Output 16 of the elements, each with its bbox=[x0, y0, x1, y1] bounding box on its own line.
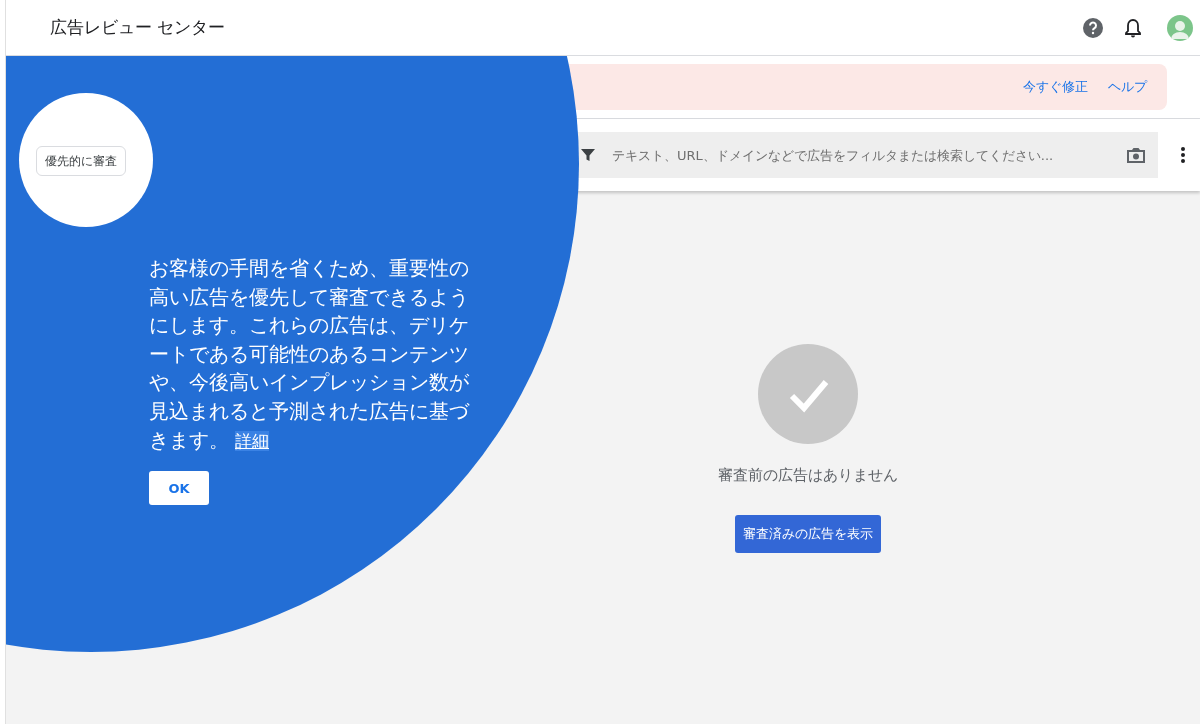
help-icon[interactable] bbox=[1083, 17, 1103, 38]
search-field[interactable]: テキスト、URL、ドメインなどで広告をフィルタまたは検索してください... bbox=[610, 146, 1112, 164]
app-title: 広告レビュー センター bbox=[50, 16, 226, 39]
ok-button[interactable]: OK bbox=[149, 471, 209, 506]
empty-message: 審査前の広告はありません bbox=[718, 466, 898, 485]
learn-more-link[interactable]: 詳細 bbox=[235, 430, 269, 451]
alert-link[interactable]: ヘルプ bbox=[1108, 78, 1147, 96]
filter-icon[interactable] bbox=[580, 147, 596, 163]
alert-link[interactable]: 今すぐ修正 bbox=[1023, 78, 1088, 96]
camera-icon[interactable] bbox=[1126, 146, 1146, 164]
show-reviewed-button[interactable]: 審査済みの広告を表示 bbox=[735, 515, 881, 553]
priority-review-chip[interactable]: 優先的に審査 bbox=[36, 146, 126, 176]
checkmark-icon bbox=[758, 344, 858, 444]
tour-description: お客様の手間を省くため、重要性の高い広告を優先して審査できるようにします。これらの広告は、デリケートである可能性のあるコンテンツや、今後高いインプレッション数が見込まれると予測された広告に基づきます。 詳細 bbox=[149, 255, 471, 454]
more-icon[interactable] bbox=[1180, 146, 1186, 164]
notifications-icon[interactable] bbox=[1125, 17, 1141, 38]
